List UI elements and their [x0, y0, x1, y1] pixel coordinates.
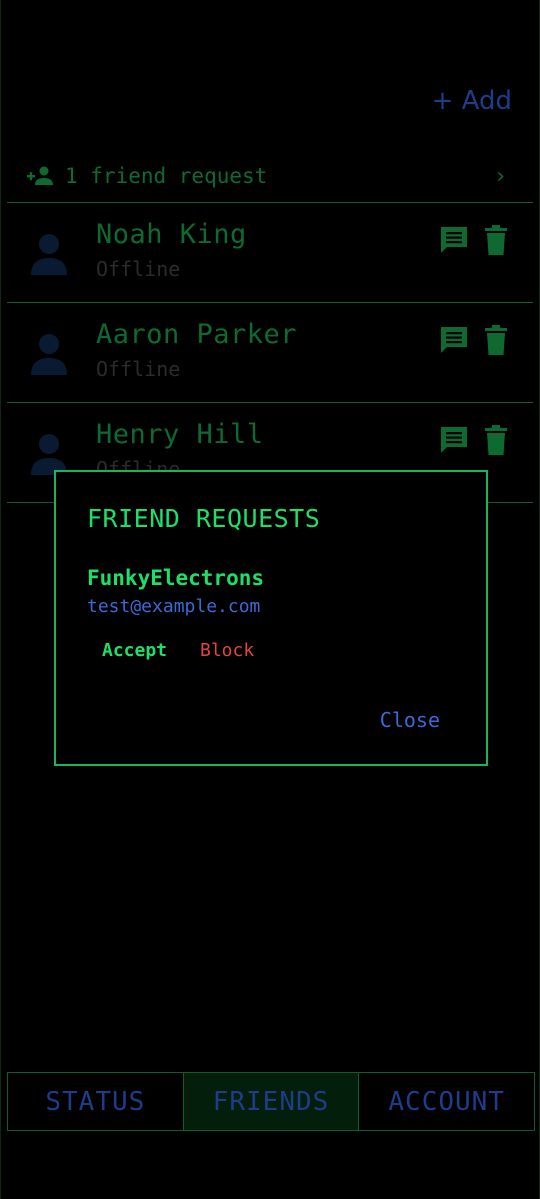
- tab-status[interactable]: STATUS: [8, 1073, 183, 1130]
- friend-name: Noah King: [96, 219, 247, 250]
- message-icon[interactable]: [439, 425, 469, 455]
- block-button[interactable]: Block: [200, 640, 254, 661]
- friend-requests-row[interactable]: 1 friend request ›: [7, 150, 533, 203]
- person-add-icon: [27, 166, 53, 185]
- message-icon[interactable]: [439, 225, 469, 255]
- message-icon[interactable]: [439, 325, 469, 355]
- chevron-right-icon: ›: [493, 163, 507, 189]
- accept-button[interactable]: Accept: [102, 640, 167, 661]
- friend-status: Offline: [96, 257, 181, 281]
- app-frame: + Add 1 friend request › Noah King Offli…: [0, 0, 540, 1199]
- request-email: test@example.com: [87, 596, 261, 617]
- friend-name: Henry Hill: [96, 419, 264, 450]
- friend-requests-label: 1 friend request: [65, 164, 268, 188]
- tab-friends[interactable]: FRIENDS: [182, 1073, 359, 1130]
- bottom-tab-bar: STATUS FRIENDS ACCOUNT: [7, 1072, 535, 1131]
- friend-row[interactable]: Noah King Offline: [7, 203, 533, 303]
- dialog-title: FRIEND REQUESTS: [87, 504, 321, 533]
- avatar-icon: [31, 334, 67, 375]
- close-button[interactable]: Close: [380, 708, 440, 732]
- friend-name: Aaron Parker: [96, 319, 298, 350]
- trash-icon[interactable]: [483, 225, 509, 255]
- avatar-icon: [31, 234, 67, 275]
- avatar-icon: [31, 434, 67, 475]
- tab-account[interactable]: ACCOUNT: [358, 1073, 534, 1130]
- trash-icon[interactable]: [483, 325, 509, 355]
- friend-requests-dialog: FRIEND REQUESTS FunkyElectrons test@exam…: [54, 470, 488, 766]
- trash-icon[interactable]: [483, 425, 509, 455]
- request-username: FunkyElectrons: [87, 566, 265, 590]
- friend-row[interactable]: Aaron Parker Offline: [7, 303, 533, 403]
- add-friend-button[interactable]: + Add: [432, 86, 512, 116]
- friend-status: Offline: [96, 357, 181, 381]
- add-label: + Add: [431, 86, 512, 116]
